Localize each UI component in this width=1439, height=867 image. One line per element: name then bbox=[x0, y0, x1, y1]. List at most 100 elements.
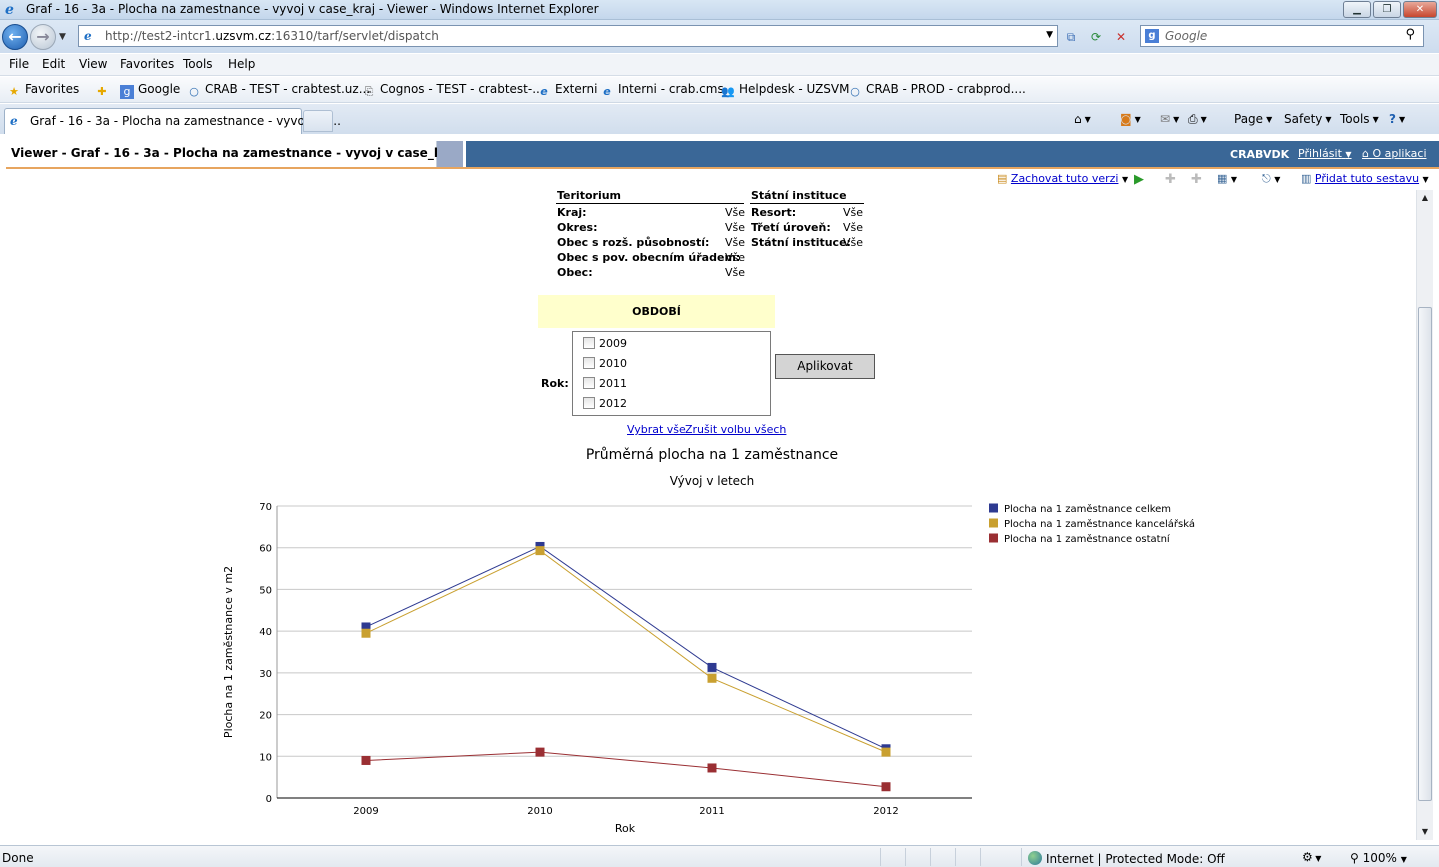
security-zone[interactable]: Internet | Protected Mode: Off bbox=[1028, 851, 1225, 866]
year-listbox[interactable]: 2009 2010 2011 2012 bbox=[572, 331, 771, 416]
minimize-button[interactable]: ▁ bbox=[1343, 1, 1371, 18]
menu-help[interactable]: Help bbox=[228, 57, 255, 71]
menu-edit[interactable]: Edit bbox=[42, 57, 65, 71]
keep-version-button[interactable]: ▤ Zachovat tuto verzi ▼ bbox=[997, 172, 1128, 185]
view-format-icon[interactable]: ▦ ▼ bbox=[1217, 172, 1237, 185]
link-icon: ○ bbox=[850, 85, 860, 98]
territory-header: Teritorium bbox=[557, 189, 622, 202]
tab-row: e Graf - 16 - 3a - Plocha na zamestnance… bbox=[0, 104, 1439, 134]
institution-header: Státní instituce bbox=[751, 189, 847, 202]
compatibility-view-icon[interactable]: ⧉ bbox=[1061, 27, 1081, 47]
scroll-down-icon[interactable]: ▼ bbox=[1417, 824, 1433, 840]
page-menu[interactable]: Page ▼ bbox=[1234, 112, 1272, 126]
print-icon[interactable]: ⎙ ▼ bbox=[1188, 112, 1207, 127]
clear-all-link[interactable]: Zrušit volbu všech bbox=[685, 423, 786, 436]
menu-view[interactable]: View bbox=[79, 57, 107, 71]
status-bar: Done Internet | Protected Mode: Off ⚙ ▼ … bbox=[0, 845, 1439, 867]
data-point bbox=[707, 662, 717, 672]
year-option-2009[interactable]: 2009 bbox=[583, 337, 627, 353]
home-icon[interactable]: ⌂ ▼ bbox=[1074, 112, 1091, 126]
add-report-button[interactable]: ▥ Přidat tuto sestavu ▼ bbox=[1301, 172, 1429, 185]
stop-icon[interactable]: ✕ bbox=[1111, 27, 1131, 47]
status-separator bbox=[955, 848, 956, 866]
address-bar[interactable]: e http://test2-intcr1.uzsvm.cz:16310/tar… bbox=[78, 25, 1058, 47]
header-divider bbox=[6, 167, 1439, 169]
line-chart: Průměrná plocha na 1 zaměstnance Vývoj v … bbox=[222, 447, 1195, 835]
back-button[interactable]: ← bbox=[2, 24, 28, 50]
add-report-icon: ▥ bbox=[1301, 172, 1312, 185]
vertical-scrollbar[interactable]: ▲ ▼ bbox=[1416, 190, 1433, 840]
safety-menu[interactable]: Safety ▼ bbox=[1284, 112, 1332, 126]
menu-favorites[interactable]: Favorites bbox=[120, 57, 174, 71]
x-tick-label: 2012 bbox=[873, 806, 898, 817]
mail-icon[interactable]: ✉ ▼ bbox=[1160, 112, 1179, 126]
address-url[interactable]: http://test2-intcr1.uzsvm.cz:16310/tarf/… bbox=[105, 29, 439, 43]
status-separator bbox=[980, 848, 981, 866]
favorites-button[interactable]: ★ Favorites bbox=[7, 82, 79, 99]
series-line bbox=[365, 751, 887, 788]
year-option-2011[interactable]: 2011 bbox=[583, 377, 627, 393]
year-option-2012[interactable]: 2012 bbox=[583, 397, 627, 413]
search-box[interactable]: g Google ⚲ bbox=[1140, 25, 1424, 47]
menu-file[interactable]: File bbox=[9, 57, 29, 71]
select-all-link[interactable]: Vybrat vše bbox=[627, 423, 686, 436]
year-checkbox[interactable] bbox=[583, 397, 595, 409]
scroll-up-icon[interactable]: ▲ bbox=[1417, 190, 1433, 206]
globe-icon bbox=[1028, 851, 1042, 865]
viewer-title: Viewer - Graf - 16 - 3a - Plocha na zame… bbox=[0, 141, 460, 167]
search-icon[interactable]: ⚲ bbox=[1405, 27, 1415, 42]
address-dropdown-icon[interactable]: ▼ bbox=[1046, 30, 1053, 40]
window-titlebar: e Graf - 16 - 3a - Plocha na zamestnance… bbox=[0, 0, 1439, 20]
apply-button[interactable]: Aplikovat bbox=[775, 354, 875, 379]
favorites-star-icon: ★ bbox=[9, 85, 19, 98]
fav-helpdesk[interactable]: 👥 Helpdesk - UZSVM bbox=[721, 82, 849, 99]
history-dropdown-icon[interactable]: ▼ bbox=[59, 32, 66, 42]
filter-label: Obec s pov. obecním úřadem: bbox=[557, 251, 741, 264]
close-window-button[interactable]: ✕ bbox=[1403, 1, 1437, 18]
tab-ie-icon: e bbox=[10, 114, 18, 128]
menu-tools[interactable]: Tools bbox=[183, 57, 213, 71]
y-tick-label: 70 bbox=[259, 502, 272, 513]
tab-active[interactable]: e Graf - 16 - 3a - Plocha na zamestnance… bbox=[4, 108, 341, 134]
year-checkbox[interactable] bbox=[583, 337, 595, 349]
fav-crab-test[interactable]: ○ CRAB - TEST - crabtest.uz... bbox=[187, 82, 370, 99]
year-checkbox[interactable] bbox=[583, 357, 595, 369]
maximize-button[interactable]: ❐ bbox=[1373, 1, 1401, 18]
data-point bbox=[535, 546, 545, 556]
filter-label: Třetí úroveň: bbox=[751, 221, 831, 234]
fav-interni[interactable]: e Interni - crab.cms bbox=[600, 82, 723, 99]
data-point bbox=[707, 673, 717, 683]
scroll-thumb[interactable] bbox=[1418, 307, 1432, 801]
about-link[interactable]: ⌂ O aplikaci bbox=[1362, 147, 1427, 160]
filter-label: Okres: bbox=[557, 221, 598, 234]
add-favorite-icon[interactable]: ✚ bbox=[95, 82, 113, 99]
year-checkbox[interactable] bbox=[583, 377, 595, 389]
protected-mode-icon[interactable]: ⚙ ▼ bbox=[1302, 850, 1321, 864]
fav-externi[interactable]: e Externi bbox=[537, 82, 597, 99]
fav-crab-prod[interactable]: ○ CRAB - PROD - crabprod.... bbox=[848, 82, 1026, 99]
legend-swatch bbox=[989, 518, 998, 528]
related-links-icon[interactable]: ⎋ ▼ bbox=[1262, 172, 1280, 186]
fav-google[interactable]: g Google bbox=[120, 82, 180, 99]
viewer-header-separator bbox=[437, 141, 463, 167]
page-link-icon: ⎘ bbox=[364, 85, 374, 98]
series-line bbox=[365, 545, 887, 750]
chart-subtitle: Vývoj v letech bbox=[670, 474, 755, 488]
fav-cognos-test[interactable]: ⎘ Cognos - TEST - crabtest-... bbox=[362, 82, 544, 99]
drill-down-icon: ✚ bbox=[1165, 172, 1176, 187]
help-icon[interactable]: ? ▼ bbox=[1389, 112, 1405, 126]
run-icon[interactable]: ▶ bbox=[1134, 172, 1144, 187]
login-link[interactable]: Přihlásit ▼ bbox=[1298, 147, 1352, 160]
feeds-icon[interactable]: ◙ ▼ bbox=[1120, 112, 1141, 126]
new-tab-button[interactable] bbox=[303, 110, 333, 132]
filter-value: Vše bbox=[725, 251, 746, 264]
x-tick-label: 2010 bbox=[527, 806, 552, 817]
data-point bbox=[881, 782, 891, 792]
forward-button[interactable]: → bbox=[30, 24, 56, 50]
zoom-level[interactable]: ⚲ 100% ▼ bbox=[1350, 851, 1407, 865]
status-separator bbox=[905, 848, 906, 866]
y-tick-label: 60 bbox=[259, 544, 272, 555]
year-option-2010[interactable]: 2010 bbox=[583, 357, 627, 373]
refresh-icon[interactable]: ⟳ bbox=[1086, 27, 1106, 47]
tools-menu[interactable]: Tools ▼ bbox=[1340, 112, 1379, 126]
